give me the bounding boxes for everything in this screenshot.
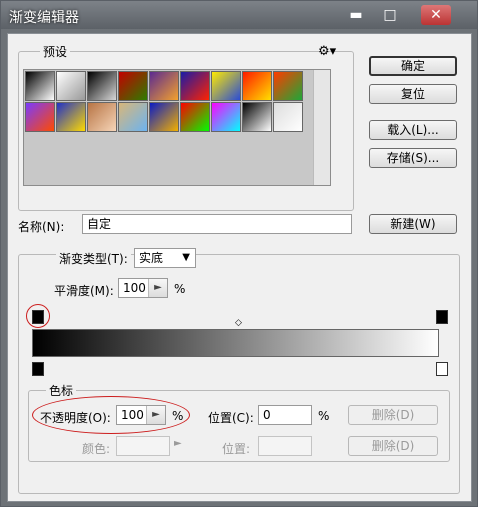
preset-swatch[interactable] — [273, 102, 303, 132]
load-button[interactable]: 载入(L)... — [369, 120, 457, 140]
color-stops-legend: 色标 — [46, 382, 77, 399]
preset-swatch[interactable] — [180, 71, 210, 101]
smoothness-input[interactable]: 100 ► — [118, 278, 168, 298]
color-menu-arrow-icon[interactable]: ► — [174, 438, 182, 449]
smoothness-value: 100 — [123, 281, 146, 295]
midpoint-diamond-icon[interactable]: ◇ — [235, 318, 242, 328]
preset-swatch[interactable] — [211, 71, 241, 101]
preset-swatch[interactable] — [273, 71, 303, 101]
color-stop-left[interactable] — [32, 362, 44, 376]
title-bar[interactable]: 渐变编辑器 ▬ □ ✕ — [1, 1, 477, 29]
name-label: 名称(N): — [18, 220, 65, 234]
color-position-input[interactable] — [258, 436, 312, 456]
color-stop-right[interactable] — [436, 362, 448, 376]
gradient-type-select[interactable]: 实底 ▼ — [134, 248, 196, 268]
preset-swatch[interactable] — [25, 71, 55, 101]
ok-button[interactable]: 确定 — [369, 56, 457, 76]
preset-swatch[interactable] — [211, 102, 241, 132]
presets-legend: 预设 — [40, 43, 71, 60]
maximize-icon[interactable]: □ — [375, 5, 405, 25]
name-input[interactable]: 自定 — [82, 214, 352, 234]
preset-swatch[interactable] — [118, 71, 148, 101]
delete-opacity-button[interactable]: 删除(D) — [348, 405, 438, 425]
position-label: 位置(C): — [208, 411, 254, 425]
gradient-type-value: 实底 — [139, 251, 164, 265]
smoothness-label: 平滑度(M): — [54, 284, 114, 298]
window-title: 渐变编辑器 — [9, 10, 79, 26]
preset-swatch[interactable] — [87, 102, 117, 132]
close-icon[interactable]: ✕ — [421, 5, 451, 25]
position-percent: % — [318, 409, 330, 423]
position-input[interactable]: 0 — [258, 405, 312, 425]
color-swatch-field[interactable] — [116, 436, 170, 456]
reset-button[interactable]: 复位 — [369, 84, 457, 104]
presets-swatch-grid — [23, 69, 331, 186]
preset-swatch[interactable] — [149, 71, 179, 101]
gradient-editor-window: 渐变编辑器 ▬ □ ✕ 预设 ⚙▾ 确定 复位 载入(L)... 存储(S)..… — [0, 0, 478, 507]
gear-icon[interactable]: ⚙▾ — [318, 44, 336, 59]
preset-swatch[interactable] — [242, 102, 272, 132]
save-button[interactable]: 存储(S)... — [369, 148, 457, 168]
preset-swatch[interactable] — [118, 102, 148, 132]
presets-scrollbar[interactable] — [313, 70, 330, 185]
gradient-preview-bar[interactable] — [32, 329, 439, 357]
color-label: 颜色: — [82, 442, 111, 456]
preset-swatch[interactable] — [149, 102, 179, 132]
gradient-type-label: 渐变类型(T): — [56, 250, 131, 267]
chevron-down-icon: ▼ — [182, 252, 190, 263]
new-button[interactable]: 新建(W) — [369, 214, 457, 234]
preset-swatch[interactable] — [56, 71, 86, 101]
minimize-icon[interactable]: ▬ — [341, 5, 371, 25]
preset-swatch[interactable] — [180, 102, 210, 132]
annotation-circle-opacity — [32, 396, 190, 434]
preset-swatch[interactable] — [25, 102, 55, 132]
smoothness-stepper[interactable]: ► — [148, 279, 167, 297]
preset-swatch[interactable] — [56, 102, 86, 132]
preset-swatch[interactable] — [242, 71, 272, 101]
annotation-circle-stop — [26, 304, 50, 328]
opacity-stop-right[interactable] — [436, 310, 448, 324]
color-position-label: 位置: — [222, 442, 251, 456]
delete-color-button[interactable]: 删除(D) — [348, 436, 438, 456]
preset-swatch[interactable] — [87, 71, 117, 101]
smoothness-percent: % — [174, 282, 186, 296]
